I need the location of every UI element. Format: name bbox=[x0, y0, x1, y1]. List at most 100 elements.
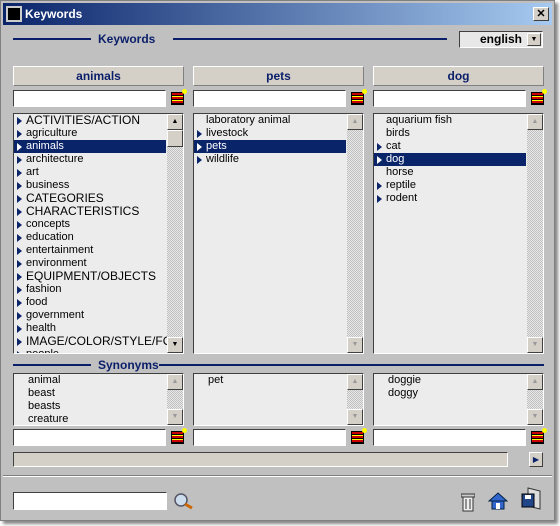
scroll-up-button[interactable]: ▲ bbox=[527, 374, 543, 390]
new-keyword-icon[interactable] bbox=[531, 89, 547, 105]
keywords-window: Keywords ✕ Keywords english ▼ animals ACTI… bbox=[0, 0, 555, 521]
keyword-list[interactable]: ACTIVITIES/ACTION agriculture animals archi… bbox=[13, 113, 184, 354]
scrollbar[interactable]: ▲ ▼ bbox=[527, 114, 543, 353]
home-icon[interactable] bbox=[488, 491, 508, 511]
keyword-input[interactable] bbox=[373, 90, 526, 107]
list-item[interactable]: aquarium fish bbox=[374, 114, 526, 127]
list-item[interactable]: laboratory animal bbox=[194, 114, 346, 127]
item-label: health bbox=[26, 322, 56, 334]
list-item[interactable]: animals bbox=[14, 140, 166, 153]
keyword-input[interactable] bbox=[193, 90, 346, 107]
synonyms-list[interactable]: doggie doggy ▲ ▼ bbox=[373, 373, 544, 426]
list-item[interactable]: concepts bbox=[14, 218, 166, 231]
expand-arrow-icon bbox=[17, 208, 22, 216]
list-item[interactable]: birds bbox=[374, 127, 526, 140]
scroll-down-button[interactable]: ▼ bbox=[167, 409, 183, 425]
synonyms-list[interactable]: pet ▲ ▼ bbox=[193, 373, 364, 426]
list-item[interactable]: food bbox=[14, 296, 166, 309]
language-select[interactable]: english ▼ bbox=[459, 31, 543, 48]
item-label: environment bbox=[26, 257, 87, 269]
divider bbox=[13, 364, 91, 366]
next-arrow-button[interactable]: ▶ bbox=[529, 452, 543, 467]
list-item[interactable]: ACTIVITIES/ACTION bbox=[14, 114, 166, 127]
scroll-down-button[interactable]: ▼ bbox=[527, 337, 543, 353]
scroll-down-button[interactable]: ▼ bbox=[527, 409, 543, 425]
expand-arrow-icon bbox=[17, 156, 22, 164]
search-input[interactable] bbox=[13, 492, 167, 510]
list-item[interactable]: government bbox=[14, 309, 166, 322]
list-item[interactable]: doggie bbox=[374, 374, 526, 387]
scroll-up-button[interactable]: ▲ bbox=[347, 114, 363, 130]
expand-arrow-icon bbox=[17, 247, 22, 255]
close-button[interactable]: ✕ bbox=[533, 7, 549, 21]
item-label: food bbox=[26, 296, 48, 308]
list-item[interactable]: EQUIPMENT/OBJECTS bbox=[14, 270, 166, 283]
list-item[interactable]: animal bbox=[14, 374, 166, 387]
synonym-label: beast bbox=[28, 387, 55, 399]
list-item[interactable]: cat bbox=[374, 140, 526, 153]
list-item[interactable]: rodent bbox=[374, 192, 526, 205]
expand-arrow-icon bbox=[197, 156, 202, 164]
scroll-up-button[interactable]: ▲ bbox=[167, 374, 183, 390]
list-item[interactable]: dog bbox=[374, 153, 526, 166]
scrollbar[interactable]: ▲ ▼ bbox=[347, 374, 363, 425]
list-item[interactable]: people bbox=[14, 348, 166, 353]
synonyms-list[interactable]: animal beast beasts creature ▲ ▼ bbox=[13, 373, 184, 426]
keyword-list[interactable]: laboratory animal livestock pets wildlife ▲ ▼ bbox=[193, 113, 364, 354]
save-exit-icon[interactable] bbox=[520, 487, 542, 511]
list-item[interactable]: pets bbox=[194, 140, 346, 153]
new-synonym-icon[interactable] bbox=[351, 428, 367, 444]
list-item[interactable]: CHARACTERISTICS bbox=[14, 205, 166, 218]
item-label: wildlife bbox=[206, 153, 240, 165]
scroll-thumb[interactable] bbox=[167, 130, 183, 147]
expand-arrow-icon bbox=[17, 117, 22, 125]
synonym-label: beasts bbox=[28, 400, 61, 412]
column-header-pets[interactable]: pets bbox=[193, 66, 364, 86]
trash-icon[interactable] bbox=[461, 492, 475, 512]
list-item[interactable]: livestock bbox=[194, 127, 346, 140]
list-item[interactable]: doggy bbox=[374, 387, 526, 400]
list-item[interactable]: beasts bbox=[14, 400, 166, 413]
keyword-input[interactable] bbox=[13, 90, 166, 107]
scroll-down-button[interactable]: ▼ bbox=[347, 337, 363, 353]
scroll-down-button[interactable]: ▼ bbox=[347, 409, 363, 425]
list-item[interactable]: entertainment bbox=[14, 244, 166, 257]
scrollbar[interactable]: ▲ ▼ bbox=[167, 374, 183, 425]
column-header-animals[interactable]: animals bbox=[13, 66, 184, 86]
scrollbar[interactable]: ▲ ▼ bbox=[527, 374, 543, 425]
item-label: CATEGORIES bbox=[26, 191, 104, 205]
new-synonym-icon[interactable] bbox=[531, 428, 547, 444]
list-item[interactable]: beast bbox=[14, 387, 166, 400]
scrollbar[interactable]: ▲ ▼ bbox=[167, 114, 183, 353]
list-item[interactable]: education bbox=[14, 231, 166, 244]
list-item[interactable]: creature bbox=[14, 413, 166, 425]
search-icon[interactable] bbox=[173, 492, 195, 510]
new-synonym-icon[interactable] bbox=[171, 428, 187, 444]
list-item[interactable]: reptile bbox=[374, 179, 526, 192]
list-item[interactable]: agriculture bbox=[14, 127, 166, 140]
synonym-input[interactable] bbox=[193, 429, 346, 446]
list-item[interactable]: art bbox=[14, 166, 166, 179]
list-item[interactable]: horse bbox=[374, 166, 526, 179]
scroll-up-button[interactable]: ▲ bbox=[527, 114, 543, 130]
new-keyword-icon[interactable] bbox=[351, 89, 367, 105]
list-item[interactable]: fashion bbox=[14, 283, 166, 296]
synonym-input[interactable] bbox=[13, 429, 166, 446]
chevron-down-icon[interactable]: ▼ bbox=[527, 33, 541, 46]
expand-arrow-icon bbox=[17, 286, 22, 294]
list-item[interactable]: wildlife bbox=[194, 153, 346, 166]
item-label: aquarium fish bbox=[386, 114, 453, 126]
keyword-list[interactable]: aquarium fish birds cat dog horse reptile rode… bbox=[373, 113, 544, 354]
list-item[interactable]: IMAGE/COLOR/STYLE/FOR bbox=[14, 335, 181, 348]
list-item[interactable]: architecture bbox=[14, 153, 166, 166]
scroll-up-button[interactable]: ▲ bbox=[347, 374, 363, 390]
list-item[interactable]: pet bbox=[194, 374, 346, 387]
scrollbar[interactable]: ▲ ▼ bbox=[347, 114, 363, 353]
expand-arrow-icon bbox=[197, 130, 202, 138]
new-keyword-icon[interactable] bbox=[171, 89, 187, 105]
scroll-up-button[interactable]: ▲ bbox=[167, 114, 183, 130]
expand-arrow-icon bbox=[17, 351, 22, 353]
column-header-dog[interactable]: dog bbox=[373, 66, 544, 86]
synonym-input[interactable] bbox=[373, 429, 526, 446]
scroll-down-button[interactable]: ▼ bbox=[167, 337, 183, 353]
